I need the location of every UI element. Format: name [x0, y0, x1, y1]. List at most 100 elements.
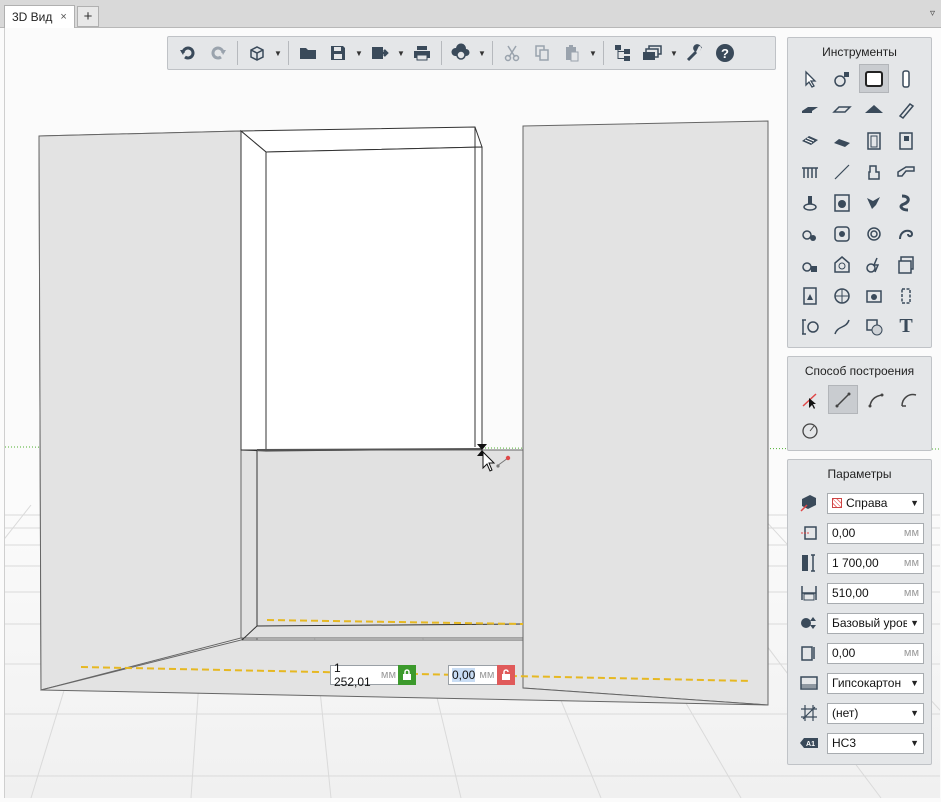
- furniture-tool-icon[interactable]: [859, 157, 889, 186]
- export-icon[interactable]: [366, 39, 394, 67]
- parameter-select[interactable]: Справа ▼: [827, 492, 924, 514]
- pump-tool-icon[interactable]: [795, 219, 825, 248]
- parameter-input[interactable]: 0,00 мм: [827, 522, 924, 544]
- slab-tool-icon[interactable]: [795, 95, 825, 124]
- wall-tool-icon[interactable]: [859, 64, 889, 93]
- door-frame-tool-icon[interactable]: [891, 281, 921, 310]
- pick-mode-icon[interactable]: [795, 385, 825, 414]
- sync-dropdown-icon[interactable]: ▼: [477, 39, 487, 67]
- floor-tool-icon[interactable]: [827, 95, 857, 124]
- parameter-row: A1 НС3 ▼: [788, 728, 931, 758]
- label-icon: A1: [798, 732, 820, 754]
- layers-dropdown-icon[interactable]: ▼: [669, 39, 679, 67]
- view-dropdown-icon[interactable]: ▼: [273, 39, 283, 67]
- socket-tool-icon[interactable]: [891, 250, 921, 279]
- paste-icon[interactable]: [558, 39, 586, 67]
- tab-close-icon[interactable]: ×: [60, 11, 66, 23]
- dropdown-arrow-icon[interactable]: ▼: [907, 738, 919, 748]
- dropdown-arrow-icon[interactable]: ▼: [907, 678, 919, 688]
- export-dropdown-icon[interactable]: ▼: [396, 39, 406, 67]
- parameter-value: 0,00: [832, 526, 856, 540]
- boiler-tool-icon[interactable]: [827, 219, 857, 248]
- tangent-arc-mode-icon[interactable]: [894, 385, 924, 414]
- parameter-row: 1 700,00 мм: [788, 548, 931, 578]
- cable-tool-icon[interactable]: [891, 219, 921, 248]
- sensor-tool-icon[interactable]: [859, 219, 889, 248]
- lock-closed-icon[interactable]: [398, 665, 416, 685]
- location-icon: [798, 492, 820, 514]
- structure-icon[interactable]: [609, 39, 637, 67]
- parameter-input[interactable]: 1 700,00 мм: [827, 552, 924, 574]
- parameter-row: 0,00 мм: [788, 638, 931, 668]
- tab-label: 3D Вид: [12, 10, 53, 24]
- parameter-select[interactable]: (нет) ▼: [827, 702, 924, 724]
- undo-icon[interactable]: [174, 39, 202, 67]
- save-dropdown-icon[interactable]: ▼: [354, 39, 364, 67]
- railing-tool-icon[interactable]: [795, 157, 825, 186]
- line-mode-icon[interactable]: [828, 385, 858, 414]
- paste-dropdown-icon[interactable]: ▼: [588, 39, 598, 67]
- parameter-select[interactable]: Базовый урове ▼: [827, 612, 924, 634]
- column-tool-icon[interactable]: [891, 64, 921, 93]
- arc-mode-icon[interactable]: [861, 385, 891, 414]
- parameter-input[interactable]: 510,00 мм: [827, 582, 924, 604]
- window-tool-icon[interactable]: [891, 126, 921, 155]
- electric-tool-icon[interactable]: [859, 250, 889, 279]
- stair-tool-icon[interactable]: [827, 126, 857, 155]
- print-icon[interactable]: [408, 39, 436, 67]
- cut-icon[interactable]: [498, 39, 526, 67]
- circle-mode-icon[interactable]: [795, 416, 825, 445]
- parameter-select[interactable]: Гипсокартон ▼: [827, 672, 924, 694]
- door-tool-icon[interactable]: [859, 126, 889, 155]
- dropdown-arrow-icon[interactable]: ▼: [907, 708, 919, 718]
- save-icon[interactable]: [324, 39, 352, 67]
- layers-icon[interactable]: [639, 39, 667, 67]
- washer-tool-icon[interactable]: [827, 188, 857, 217]
- elevation-icon: [798, 642, 820, 664]
- ramp-tool-icon[interactable]: [795, 126, 825, 155]
- pipe-tool-icon[interactable]: [891, 188, 921, 217]
- dimension-tool-icon[interactable]: [795, 312, 825, 341]
- view-cube-icon[interactable]: [243, 39, 271, 67]
- line-tool-icon[interactable]: [827, 157, 857, 186]
- parameter-unit: мм: [903, 587, 919, 599]
- length-dimension-input[interactable]: 1 252,01 мм: [330, 661, 400, 689]
- tab-menu-icon[interactable]: ▿: [930, 8, 935, 19]
- duct-tool-icon[interactable]: [891, 157, 921, 186]
- material-icon: [798, 672, 820, 694]
- add-tab-button[interactable]: +: [77, 6, 99, 27]
- redo-icon[interactable]: [204, 39, 232, 67]
- parameter-input[interactable]: 0,00 мм: [827, 642, 924, 664]
- angle-dimension-input[interactable]: 0,00 мм: [448, 665, 498, 685]
- parameter-value: Справа: [846, 496, 888, 510]
- help-icon[interactable]: ?: [711, 39, 739, 67]
- parameter-unit: мм: [903, 647, 919, 659]
- text-tool-icon[interactable]: T: [891, 312, 921, 341]
- radiator-tool-icon[interactable]: [795, 250, 825, 279]
- wrench-icon[interactable]: [681, 39, 709, 67]
- hatch-tool-icon[interactable]: [859, 312, 889, 341]
- curve-tool-icon[interactable]: [827, 312, 857, 341]
- dropdown-arrow-icon[interactable]: ▼: [907, 618, 919, 628]
- sync-cloud-icon[interactable]: [447, 39, 475, 67]
- roof-tool-icon[interactable]: [859, 95, 889, 124]
- panel-tool-icon[interactable]: [795, 281, 825, 310]
- sphere-tool-icon[interactable]: [827, 281, 857, 310]
- dropdown-arrow-icon[interactable]: ▼: [907, 498, 919, 508]
- lock-open-icon[interactable]: [497, 665, 515, 685]
- parameter-select[interactable]: НС3 ▼: [827, 732, 924, 754]
- camera-tool-icon[interactable]: [859, 281, 889, 310]
- parameter-unit: мм: [903, 557, 919, 569]
- annotation-tool-icon[interactable]: [827, 64, 857, 93]
- copy-icon[interactable]: [528, 39, 556, 67]
- height-icon: [798, 552, 820, 574]
- beam-tool-icon[interactable]: [891, 95, 921, 124]
- lamp-tool-icon[interactable]: [827, 250, 857, 279]
- tab-3d-view[interactable]: 3D Вид ×: [4, 5, 75, 28]
- parameter-unit: мм: [903, 527, 919, 539]
- select-tool-icon[interactable]: [795, 64, 825, 93]
- open-folder-icon[interactable]: [294, 39, 322, 67]
- angle-value: 0,00: [452, 668, 476, 682]
- fitting-tool-icon[interactable]: [859, 188, 889, 217]
- plumbing-tool-icon[interactable]: [795, 188, 825, 217]
